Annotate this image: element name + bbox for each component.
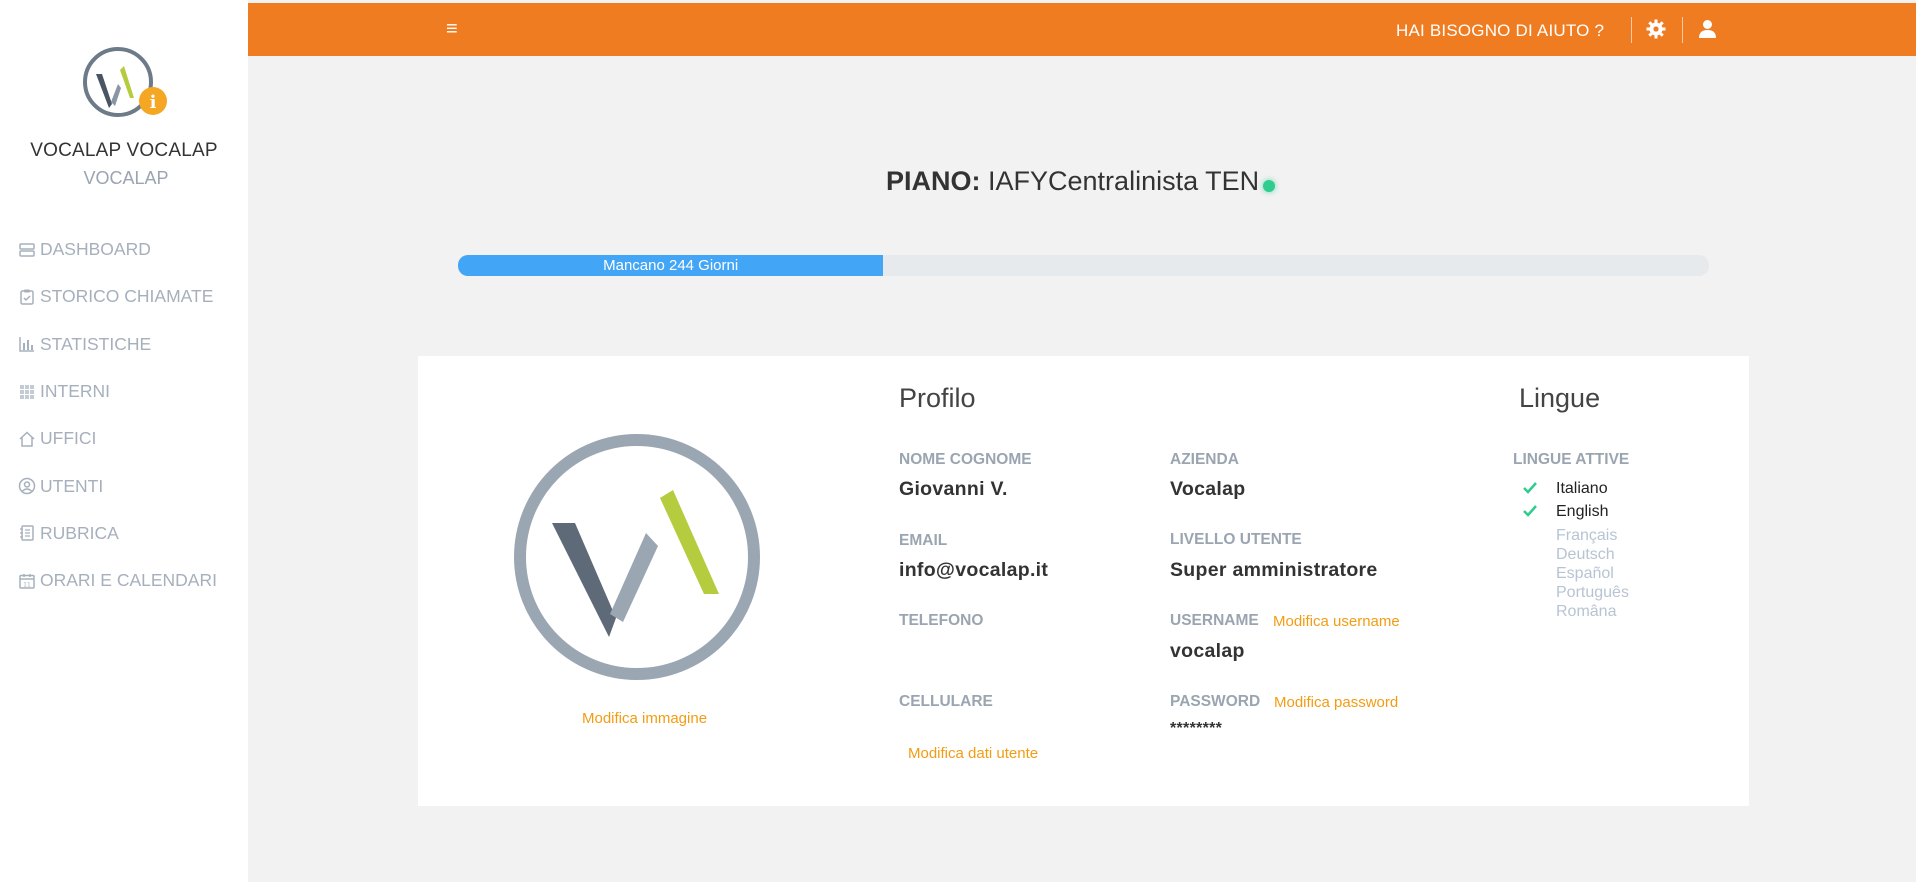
- name-label: NOME COGNOME: [899, 451, 1032, 468]
- email-label: EMAIL: [899, 532, 948, 549]
- sidebar-item-storico-chiamate[interactable]: STORICO CHIAMATE: [18, 273, 217, 320]
- company-value: Vocalap: [1170, 478, 1246, 500]
- language-espanol[interactable]: Español: [1556, 565, 1614, 583]
- plan-name: IAFYCentralinista TEN: [988, 166, 1260, 196]
- profile-title: Profilo: [899, 383, 976, 413]
- sidebar-nav: DASHBOARD STORICO CHIAMATE STATISTICHE I…: [18, 226, 217, 604]
- company-label: AZIENDA: [1170, 451, 1239, 468]
- sidebar-item-label: INTERNI: [40, 381, 110, 402]
- username-value: vocalap: [1170, 640, 1245, 662]
- check-icon: [1523, 482, 1537, 494]
- user-icon[interactable]: [1698, 19, 1717, 39]
- bar-chart-icon: [19, 337, 34, 352]
- vocalap-logo-icon: i: [83, 47, 167, 117]
- home-icon: [19, 431, 35, 447]
- language-italiano[interactable]: Italiano: [1556, 480, 1608, 498]
- gear-icon[interactable]: [1646, 19, 1666, 39]
- plan-progress-fill: Mancano 244 Giorni: [458, 255, 884, 276]
- password-label: PASSWORD: [1170, 693, 1261, 710]
- help-link[interactable]: HAI BISOGNO DI AIUTO ?: [1396, 21, 1604, 41]
- sidebar-item-label: UFFICI: [40, 428, 97, 449]
- sidebar: i VOCALAP VOCALAP VOCALAP DASHBOARD STOR…: [0, 0, 248, 882]
- sidebar-item-uffici[interactable]: UFFICI: [18, 415, 217, 462]
- sidebar-item-statistiche[interactable]: STATISTICHE: [18, 321, 217, 368]
- language-english[interactable]: English: [1556, 503, 1608, 521]
- mobile-label: CELLULARE: [899, 693, 993, 710]
- plan-title: PIANO: IAFYCentralinista TEN: [886, 166, 1276, 197]
- plan-progress-bar: Mancano 244 Giorni: [458, 255, 1709, 276]
- edit-password-link[interactable]: Modifica password: [1274, 694, 1398, 711]
- svg-text:i: i: [150, 92, 157, 113]
- address-book-icon: [20, 525, 34, 542]
- avatar[interactable]: [512, 432, 762, 682]
- hamburger-menu-icon[interactable]: ≡: [446, 18, 458, 41]
- user-circle-icon: [18, 477, 36, 495]
- email-value: info@vocalap.it: [899, 559, 1049, 581]
- language-francais[interactable]: Français: [1556, 527, 1617, 545]
- dashboard-icon: [19, 242, 35, 257]
- check-icon: [1523, 505, 1537, 517]
- sidebar-item-label: STORICO CHIAMATE: [40, 286, 214, 307]
- sidebar-item-label: STATISTICHE: [40, 333, 152, 354]
- plan-label: PIANO:: [886, 166, 981, 196]
- password-value: ********: [1170, 720, 1223, 737]
- language-portugues[interactable]: Português: [1556, 584, 1629, 602]
- user-level-label: LIVELLO UTENTE: [1170, 531, 1302, 548]
- svg-text:11: 11: [23, 581, 31, 588]
- language-romana[interactable]: Româna: [1556, 603, 1616, 621]
- sidebar-item-dashboard[interactable]: DASHBOARD: [18, 226, 217, 273]
- languages-title: Lingue: [1519, 383, 1601, 413]
- username-label: USERNAME: [1170, 612, 1259, 629]
- calendar-icon: 11: [19, 573, 35, 589]
- sidebar-item-label: UTENTI: [40, 475, 104, 496]
- grid-icon: [20, 384, 34, 399]
- sidebar-item-rubrica[interactable]: RUBRICA: [18, 510, 217, 557]
- user-level-value: Super amministratore: [1170, 559, 1378, 581]
- phone-label: TELEFONO: [899, 612, 984, 629]
- divider: [1682, 17, 1683, 43]
- divider: [1631, 17, 1632, 43]
- name-value: Giovanni V.: [899, 478, 1008, 500]
- brand-name: VOCALAP VOCALAP: [30, 140, 218, 161]
- status-dot: [1263, 180, 1276, 192]
- active-languages-label: LINGUE ATTIVE: [1513, 451, 1630, 468]
- sidebar-item-label: DASHBOARD: [40, 239, 151, 260]
- edit-username-link[interactable]: Modifica username: [1273, 613, 1400, 630]
- top-bar: ≡ HAI BISOGNO DI AIUTO ?: [248, 3, 1916, 56]
- language-deutsch[interactable]: Deutsch: [1556, 546, 1615, 564]
- sidebar-item-label: RUBRICA: [40, 522, 119, 543]
- sidebar-item-orari-e-calendari[interactable]: 11 ORARI E CALENDARI: [18, 557, 217, 604]
- sidebar-item-label: ORARI E CALENDARI: [40, 570, 217, 591]
- clipboard-icon: [20, 289, 34, 305]
- sidebar-item-utenti[interactable]: UTENTI: [18, 462, 217, 509]
- edit-image-link[interactable]: Modifica immagine: [582, 710, 707, 727]
- sidebar-item-interni[interactable]: INTERNI: [18, 368, 217, 415]
- brand-company: VOCALAP: [83, 168, 169, 188]
- edit-user-data-link[interactable]: Modifica dati utente: [908, 745, 1038, 762]
